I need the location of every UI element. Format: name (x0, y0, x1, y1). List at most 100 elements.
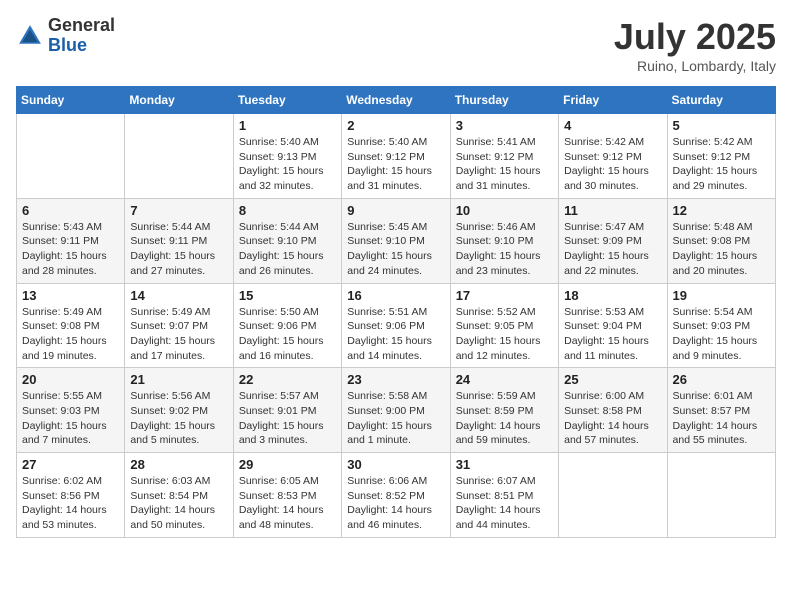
day-number: 1 (239, 118, 336, 133)
calendar-cell (667, 453, 775, 538)
day-number: 29 (239, 457, 336, 472)
calendar-cell: 3 Sunrise: 5:41 AM Sunset: 9:12 PM Daylig… (450, 114, 558, 199)
day-detail: Sunrise: 6:03 AM Sunset: 8:54 PM Dayligh… (130, 474, 227, 533)
day-number: 3 (456, 118, 553, 133)
day-number: 17 (456, 288, 553, 303)
calendar-cell: 9 Sunrise: 5:45 AM Sunset: 9:10 PM Daylig… (342, 198, 450, 283)
calendar-cell: 28 Sunrise: 6:03 AM Sunset: 8:54 PM Dayli… (125, 453, 233, 538)
day-number: 12 (673, 203, 770, 218)
day-detail: Sunrise: 5:43 AM Sunset: 9:11 PM Dayligh… (22, 220, 119, 279)
logo-text: General Blue (48, 16, 115, 56)
calendar-cell: 5 Sunrise: 5:42 AM Sunset: 9:12 PM Daylig… (667, 114, 775, 199)
day-detail: Sunrise: 5:55 AM Sunset: 9:03 PM Dayligh… (22, 389, 119, 448)
calendar-cell: 23 Sunrise: 5:58 AM Sunset: 9:00 PM Dayli… (342, 368, 450, 453)
calendar-cell: 14 Sunrise: 5:49 AM Sunset: 9:07 PM Dayli… (125, 283, 233, 368)
page-header: General Blue July 2025 Ruino, Lombardy, … (16, 16, 776, 74)
day-detail: Sunrise: 5:44 AM Sunset: 9:11 PM Dayligh… (130, 220, 227, 279)
day-detail: Sunrise: 5:44 AM Sunset: 9:10 PM Dayligh… (239, 220, 336, 279)
calendar-cell: 25Sunrise: 6:00 AM Sunset: 8:58 PM Dayli… (559, 368, 667, 453)
day-number: 14 (130, 288, 227, 303)
day-detail: Sunrise: 5:46 AM Sunset: 9:10 PM Dayligh… (456, 220, 553, 279)
day-number: 13 (22, 288, 119, 303)
day-number: 5 (673, 118, 770, 133)
month-title: July 2025 (614, 16, 776, 58)
day-number: 2 (347, 118, 444, 133)
day-number: 22 (239, 372, 336, 387)
day-detail: Sunrise: 5:56 AM Sunset: 9:02 PM Dayligh… (130, 389, 227, 448)
calendar-cell: 4 Sunrise: 5:42 AM Sunset: 9:12 PM Daylig… (559, 114, 667, 199)
day-detail: Sunrise: 5:49 AM Sunset: 9:07 PM Dayligh… (130, 305, 227, 364)
day-detail: Sunrise: 5:40 AM Sunset: 9:13 PM Dayligh… (239, 135, 336, 194)
day-number: 23 (347, 372, 444, 387)
day-detail: Sunrise: 6:01 AM Sunset: 8:57 PM Dayligh… (673, 389, 770, 448)
calendar-cell: 26 Sunrise: 6:01 AM Sunset: 8:57 PM Dayli… (667, 368, 775, 453)
day-number: 8 (239, 203, 336, 218)
day-detail: Sunrise: 5:54 AM Sunset: 9:03 PM Dayligh… (673, 305, 770, 364)
day-number: 6 (22, 203, 119, 218)
day-number: 7 (130, 203, 227, 218)
day-number: 24 (456, 372, 553, 387)
location: Ruino, Lombardy, Italy (614, 58, 776, 74)
calendar-cell: 13 Sunrise: 5:49 AM Sunset: 9:08 PM Dayli… (17, 283, 125, 368)
calendar-cell: 17 Sunrise: 5:52 AM Sunset: 9:05 PM Dayli… (450, 283, 558, 368)
calendar-cell: 16 Sunrise: 5:51 AM Sunset: 9:06 PM Dayli… (342, 283, 450, 368)
weekday-header: Thursday (450, 87, 558, 114)
calendar-cell: 7 Sunrise: 5:44 AM Sunset: 9:11 PM Daylig… (125, 198, 233, 283)
day-number: 9 (347, 203, 444, 218)
day-detail: Sunrise: 5:47 AM Sunset: 9:09 PM Dayligh… (564, 220, 661, 279)
title-block: July 2025 Ruino, Lombardy, Italy (614, 16, 776, 74)
logo: General Blue (16, 16, 115, 56)
calendar-cell: 1 Sunrise: 5:40 AM Sunset: 9:13 PM Daylig… (233, 114, 341, 199)
day-detail: Sunrise: 5:45 AM Sunset: 9:10 PM Dayligh… (347, 220, 444, 279)
day-number: 21 (130, 372, 227, 387)
calendar-cell: 29 Sunrise: 6:05 AM Sunset: 8:53 PM Dayli… (233, 453, 341, 538)
calendar-cell: 11Sunrise: 5:47 AM Sunset: 9:09 PM Dayli… (559, 198, 667, 283)
day-number: 26 (673, 372, 770, 387)
calendar-cell: 31 Sunrise: 6:07 AM Sunset: 8:51 PM Dayli… (450, 453, 558, 538)
day-detail: Sunrise: 5:50 AM Sunset: 9:06 PM Dayligh… (239, 305, 336, 364)
day-detail: Sunrise: 5:40 AM Sunset: 9:12 PM Dayligh… (347, 135, 444, 194)
calendar-cell: 18Sunrise: 5:53 AM Sunset: 9:04 PM Dayli… (559, 283, 667, 368)
day-detail: Sunrise: 5:49 AM Sunset: 9:08 PM Dayligh… (22, 305, 119, 364)
day-detail: Sunrise: 5:58 AM Sunset: 9:00 PM Dayligh… (347, 389, 444, 448)
calendar-cell (17, 114, 125, 199)
calendar-cell: 12Sunrise: 5:48 AM Sunset: 9:08 PM Dayli… (667, 198, 775, 283)
day-number: 31 (456, 457, 553, 472)
calendar-cell: 22 Sunrise: 5:57 AM Sunset: 9:01 PM Dayli… (233, 368, 341, 453)
day-number: 10 (456, 203, 553, 218)
calendar-cell: 27Sunrise: 6:02 AM Sunset: 8:56 PM Dayli… (17, 453, 125, 538)
calendar-cell: 15 Sunrise: 5:50 AM Sunset: 9:06 PM Dayli… (233, 283, 341, 368)
day-detail: Sunrise: 5:42 AM Sunset: 9:12 PM Dayligh… (673, 135, 770, 194)
day-number: 16 (347, 288, 444, 303)
day-number: 30 (347, 457, 444, 472)
day-detail: Sunrise: 6:05 AM Sunset: 8:53 PM Dayligh… (239, 474, 336, 533)
weekday-header: Monday (125, 87, 233, 114)
calendar-cell: 24 Sunrise: 5:59 AM Sunset: 8:59 PM Dayli… (450, 368, 558, 453)
day-detail: Sunrise: 5:51 AM Sunset: 9:06 PM Dayligh… (347, 305, 444, 364)
day-detail: Sunrise: 6:06 AM Sunset: 8:52 PM Dayligh… (347, 474, 444, 533)
calendar-table: SundayMondayTuesdayWednesdayThursdayFrid… (16, 86, 776, 538)
day-detail: Sunrise: 5:59 AM Sunset: 8:59 PM Dayligh… (456, 389, 553, 448)
calendar-cell: 19 Sunrise: 5:54 AM Sunset: 9:03 PM Dayli… (667, 283, 775, 368)
calendar-cell: 30 Sunrise: 6:06 AM Sunset: 8:52 PM Dayli… (342, 453, 450, 538)
day-detail: Sunrise: 5:41 AM Sunset: 9:12 PM Dayligh… (456, 135, 553, 194)
day-detail: Sunrise: 6:02 AM Sunset: 8:56 PM Dayligh… (22, 474, 119, 533)
weekday-header: Sunday (17, 87, 125, 114)
weekday-header: Wednesday (342, 87, 450, 114)
day-detail: Sunrise: 5:57 AM Sunset: 9:01 PM Dayligh… (239, 389, 336, 448)
day-number: 19 (673, 288, 770, 303)
calendar-cell: 21 Sunrise: 5:56 AM Sunset: 9:02 PM Dayli… (125, 368, 233, 453)
day-number: 25 (564, 372, 661, 387)
calendar-cell: 6 Sunrise: 5:43 AM Sunset: 9:11 PM Daylig… (17, 198, 125, 283)
day-detail: Sunrise: 5:42 AM Sunset: 9:12 PM Dayligh… (564, 135, 661, 194)
day-detail: Sunrise: 6:07 AM Sunset: 8:51 PM Dayligh… (456, 474, 553, 533)
calendar-cell (125, 114, 233, 199)
day-detail: Sunrise: 5:52 AM Sunset: 9:05 PM Dayligh… (456, 305, 553, 364)
calendar-cell (559, 453, 667, 538)
day-number: 15 (239, 288, 336, 303)
day-number: 28 (130, 457, 227, 472)
day-number: 4 (564, 118, 661, 133)
calendar-cell: 10 Sunrise: 5:46 AM Sunset: 9:10 PM Dayli… (450, 198, 558, 283)
calendar-cell: 20 Sunrise: 5:55 AM Sunset: 9:03 PM Dayli… (17, 368, 125, 453)
day-number: 20 (22, 372, 119, 387)
